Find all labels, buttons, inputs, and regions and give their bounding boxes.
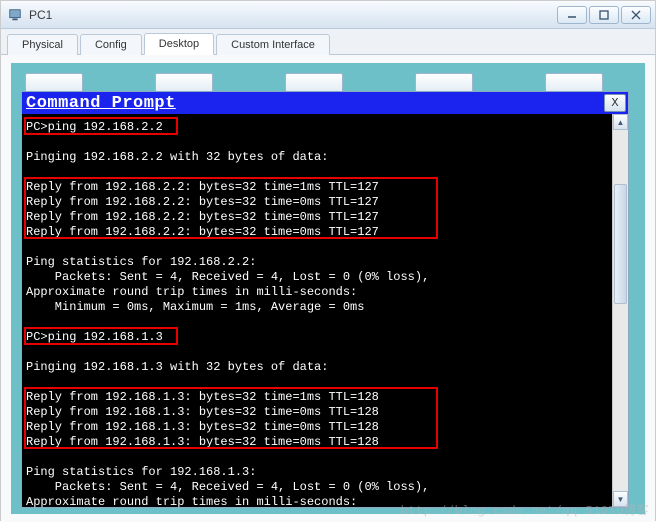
terminal-close-button[interactable]: X — [604, 94, 626, 112]
terminal-body-wrap: PC>ping 192.168.2.2 Pinging 192.168.2.2 … — [22, 114, 628, 507]
terminal-output[interactable]: PC>ping 192.168.2.2 Pinging 192.168.2.2 … — [22, 114, 612, 507]
scroll-up-button[interactable]: ▲ — [613, 114, 628, 130]
tab-bar: Physical Config Desktop Custom Interface — [1, 29, 655, 55]
pc-icon — [7, 7, 23, 23]
desktop-frame: Command Prompt X PC>ping 192.168.2.2 Pin… — [11, 63, 645, 514]
maximize-button[interactable] — [589, 6, 619, 24]
window-title: PC1 — [29, 8, 557, 22]
window-titlebar: PC1 — [1, 1, 655, 29]
tab-config[interactable]: Config — [80, 34, 142, 55]
highlight-box — [24, 117, 178, 135]
tab-physical[interactable]: Physical — [7, 34, 78, 55]
desktop-app-icon[interactable] — [25, 73, 83, 93]
desktop-app-icon[interactable] — [285, 73, 343, 93]
content-area: Command Prompt X PC>ping 192.168.2.2 Pin… — [1, 55, 655, 522]
close-button[interactable] — [621, 6, 651, 24]
scroll-down-button[interactable]: ▼ — [613, 491, 628, 507]
desktop-app-icon[interactable] — [415, 73, 473, 93]
highlight-box — [24, 327, 178, 345]
tab-desktop[interactable]: Desktop — [144, 33, 214, 55]
desktop-app-icon[interactable] — [545, 73, 603, 93]
tab-custom-interface[interactable]: Custom Interface — [216, 34, 330, 55]
minimize-button[interactable] — [557, 6, 587, 24]
highlight-box — [24, 387, 438, 449]
scroll-thumb[interactable] — [614, 184, 627, 304]
terminal-title: Command Prompt — [26, 94, 604, 113]
window-controls — [557, 6, 651, 24]
terminal-scrollbar[interactable]: ▲ ▼ — [612, 114, 628, 507]
command-prompt-window: Command Prompt X PC>ping 192.168.2.2 Pin… — [21, 91, 629, 508]
highlight-box — [24, 177, 438, 239]
terminal-titlebar[interactable]: Command Prompt X — [22, 92, 628, 114]
desktop-app-icon[interactable] — [155, 73, 213, 93]
